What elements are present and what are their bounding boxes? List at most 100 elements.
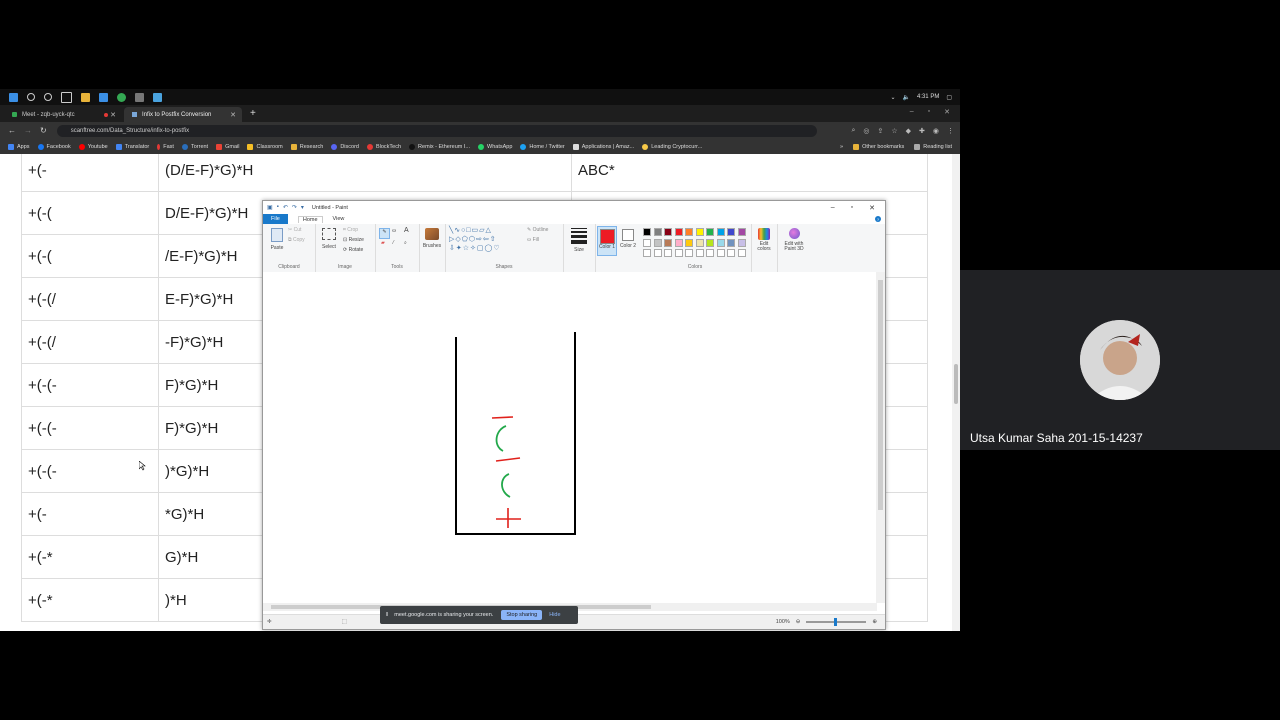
magnifier-icon[interactable]: ⌕ bbox=[404, 240, 407, 246]
palette-custom-swatch[interactable] bbox=[727, 249, 735, 257]
stop-sharing-button[interactable]: Stop sharing bbox=[501, 610, 543, 620]
save-icon[interactable]: ▪ bbox=[277, 204, 279, 211]
paint-canvas[interactable] bbox=[263, 272, 877, 603]
reading-list[interactable]: Reading list bbox=[914, 143, 952, 150]
chevron-down-icon[interactable]: ▾ bbox=[301, 204, 304, 211]
scrollbar-thumb[interactable] bbox=[878, 280, 883, 510]
tab-infix-to-postfix[interactable]: Infix to Postfix Conversion ✕ bbox=[124, 107, 242, 122]
close-window-icon[interactable]: ✕ bbox=[944, 108, 950, 116]
palette-color-swatch[interactable] bbox=[737, 238, 746, 247]
close-icon[interactable]: ✕ bbox=[869, 204, 875, 212]
palette-color-swatch[interactable] bbox=[664, 228, 672, 236]
minimize-icon[interactable]: – bbox=[910, 108, 914, 116]
close-icon[interactable]: ✕ bbox=[230, 111, 236, 119]
bookmark-applications[interactable]: Applications | Amaz... bbox=[572, 143, 634, 150]
cortana-icon[interactable] bbox=[44, 93, 52, 101]
bookmarks-overflow-icon[interactable]: » bbox=[840, 144, 843, 150]
paint-icon[interactable] bbox=[135, 92, 144, 102]
maximize-icon[interactable]: ▫ bbox=[851, 204, 853, 212]
edit-with-paint3d-button[interactable]: Edit with Paint 3D bbox=[779, 228, 809, 252]
chevron-up-icon[interactable]: ⌄ bbox=[890, 94, 895, 101]
windows-start-icon[interactable] bbox=[9, 92, 18, 102]
address-bar[interactable]: scanftree.com/Data_Structure/infix-to-po… bbox=[56, 124, 817, 137]
zoom-icon[interactable]: ⌕ bbox=[851, 127, 855, 135]
task-view-icon[interactable] bbox=[61, 91, 72, 103]
bookmark-facebook[interactable]: Facebook bbox=[37, 143, 71, 150]
other-bookmarks[interactable]: Other bookmarks bbox=[853, 143, 904, 150]
bookmark-remix[interactable]: Remix - Ethereum I... bbox=[409, 143, 470, 150]
canvas-vertical-scrollbar[interactable] bbox=[876, 272, 885, 603]
text-icon[interactable]: A bbox=[404, 227, 409, 234]
palette-color-swatch[interactable] bbox=[716, 238, 725, 247]
palette-color-swatch[interactable] bbox=[643, 238, 651, 247]
notification-icon[interactable]: ▢ bbox=[946, 94, 952, 101]
file-menu[interactable]: File bbox=[263, 214, 288, 224]
extension-icon[interactable]: ◆ bbox=[906, 127, 911, 135]
edit-colors-button[interactable]: Edit colors bbox=[753, 228, 775, 252]
palette-color-swatch[interactable] bbox=[695, 238, 704, 247]
menu-icon[interactable]: ⋮ bbox=[947, 127, 954, 135]
notepad-icon[interactable] bbox=[153, 92, 162, 102]
palette-color-swatch[interactable] bbox=[716, 228, 725, 236]
bookmark-crypto[interactable]: Leading Cryptocurr... bbox=[642, 143, 702, 150]
palette-color-swatch[interactable] bbox=[727, 228, 735, 236]
page-scrollbar[interactable] bbox=[952, 154, 960, 631]
select-button[interactable]: Select bbox=[319, 228, 339, 250]
bookmark-blocktech[interactable]: BlockTech bbox=[366, 143, 401, 150]
rotate-button[interactable]: ⟳ Rotate bbox=[343, 247, 363, 253]
search-icon[interactable] bbox=[27, 93, 35, 101]
undo-icon[interactable]: ↶ bbox=[283, 204, 288, 211]
copy-button[interactable]: ⧉ Copy bbox=[288, 237, 305, 243]
palette-custom-swatch[interactable] bbox=[716, 249, 725, 257]
star-icon[interactable]: ☆ bbox=[891, 127, 897, 135]
palette-custom-swatch[interactable] bbox=[653, 249, 662, 257]
bookmark-research[interactable]: Research bbox=[290, 143, 323, 150]
file-explorer-icon[interactable] bbox=[81, 92, 90, 102]
palette-custom-swatch[interactable] bbox=[685, 249, 693, 257]
palette-color-swatch[interactable] bbox=[653, 238, 662, 247]
palette-custom-swatch[interactable] bbox=[695, 249, 704, 257]
cut-button[interactable]: ✂ Cut bbox=[288, 227, 301, 233]
new-tab-button[interactable]: + bbox=[250, 108, 256, 119]
scrollbar-thumb[interactable] bbox=[954, 364, 958, 404]
palette-color-swatch[interactable] bbox=[695, 228, 704, 236]
fill-bucket-icon[interactable]: ⛀ bbox=[392, 228, 396, 234]
palette-custom-swatch[interactable] bbox=[674, 249, 683, 257]
bookmark-fast[interactable]: Fast bbox=[157, 143, 174, 150]
fill-button[interactable]: ⛀ Fill bbox=[527, 237, 539, 243]
bookmark-gmail[interactable]: Gmail bbox=[216, 143, 239, 150]
palette-color-swatch[interactable] bbox=[706, 238, 714, 247]
size-button[interactable]: Size bbox=[571, 228, 587, 253]
close-icon[interactable]: ✕ bbox=[110, 111, 116, 119]
palette-custom-swatch[interactable] bbox=[706, 249, 714, 257]
tab-meet[interactable]: Meet - zqb-uyck-qtc ✕ bbox=[4, 107, 122, 122]
brushes-button[interactable]: Brushes bbox=[421, 228, 443, 249]
color-picker-icon[interactable]: ⁄ bbox=[393, 240, 394, 246]
palette-color-swatch[interactable] bbox=[685, 238, 693, 247]
clock-time[interactable]: 4:31 PM bbox=[917, 94, 939, 100]
zoom-slider[interactable] bbox=[806, 618, 867, 626]
redo-icon[interactable]: ↷ bbox=[292, 204, 297, 211]
color1-button[interactable]: Color 1 bbox=[597, 226, 617, 256]
palette-custom-swatch[interactable] bbox=[664, 249, 672, 257]
color2-button[interactable]: Color 2 bbox=[619, 226, 637, 249]
palette-color-swatch[interactable] bbox=[685, 228, 693, 236]
palette-color-swatch[interactable] bbox=[643, 228, 651, 236]
eye-icon[interactable]: ◎ bbox=[863, 127, 869, 135]
bookmark-youtube[interactable]: Youtube bbox=[78, 143, 108, 150]
forward-icon[interactable]: → bbox=[24, 126, 32, 135]
zoom-slider-handle[interactable] bbox=[834, 618, 838, 626]
crop-button[interactable]: ⌗ Crop bbox=[343, 227, 358, 233]
bookmark-discord[interactable]: Discord bbox=[331, 143, 359, 150]
zoom-out-icon[interactable]: ⊖ bbox=[796, 619, 801, 625]
maximize-icon[interactable]: ▫ bbox=[928, 108, 930, 116]
outline-button[interactable]: ✎ Outline bbox=[527, 227, 548, 233]
extensions-puzzle-icon[interactable]: ✚ bbox=[919, 127, 925, 135]
bookmark-whatsapp[interactable]: WhatsApp bbox=[478, 143, 512, 150]
shapes-gallery[interactable]: ╲∿○□▭▱△ ▷◇⬠⬡⇨⇦⇧ ⇩✦☆✧▢◯♡ bbox=[449, 226, 523, 253]
app-icon[interactable] bbox=[99, 92, 108, 102]
palette-custom-swatch[interactable] bbox=[643, 249, 651, 257]
zoom-in-icon[interactable]: ⊕ bbox=[872, 619, 877, 625]
bookmark-classroom[interactable]: Classroom bbox=[247, 143, 283, 150]
palette-color-swatch[interactable] bbox=[674, 238, 683, 247]
